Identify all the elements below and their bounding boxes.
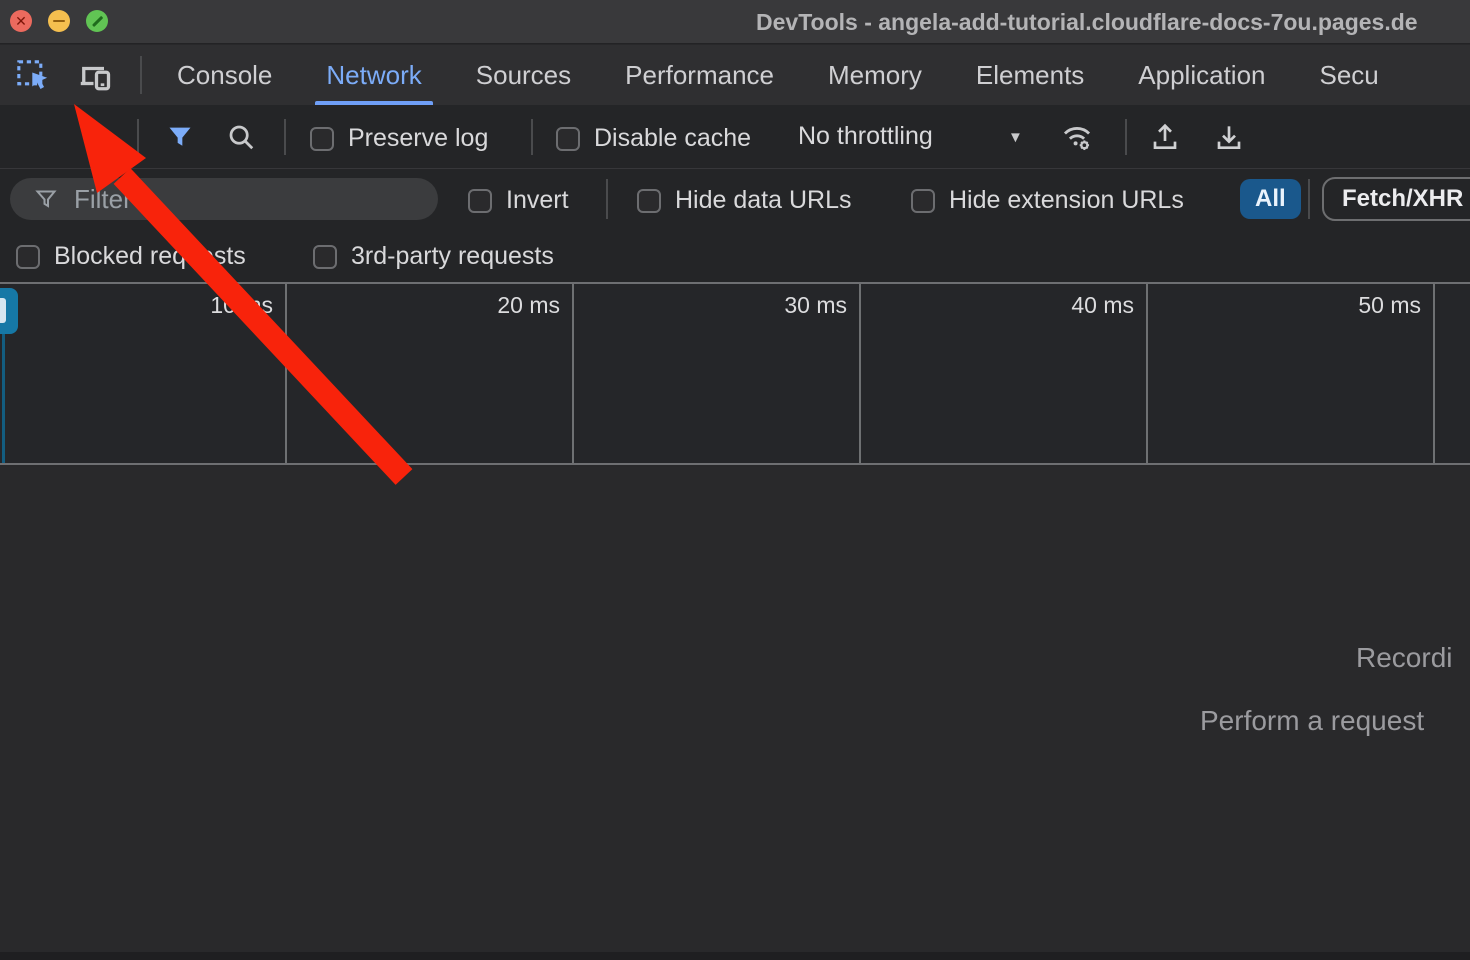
invert-label[interactable]: Invert: [506, 186, 569, 215]
tab-network[interactable]: Network: [299, 45, 448, 105]
minimize-icon: [53, 20, 65, 23]
hide-extension-urls-checkbox[interactable]: [911, 189, 935, 213]
inspect-element-button[interactable]: [14, 57, 52, 95]
wifi-gear-icon: [1060, 120, 1094, 154]
throttling-value: No throttling: [798, 122, 933, 151]
timeline-tick: 30 ms: [784, 292, 847, 319]
tab-elements[interactable]: Elements: [949, 45, 1111, 105]
tab-performance[interactable]: Performance: [598, 45, 801, 105]
inspect-cursor-icon: [16, 59, 50, 93]
close-icon: ✕: [15, 14, 27, 28]
zoom-window-button[interactable]: [86, 10, 108, 32]
divider: [1125, 119, 1127, 155]
network-conditions-button[interactable]: [1058, 118, 1096, 156]
export-har-button[interactable]: [1210, 118, 1248, 156]
gridline: [1146, 284, 1148, 463]
gridline: [572, 284, 574, 463]
hide-data-urls-label[interactable]: Hide data URLs: [675, 186, 851, 215]
device-toolbar-icon: [77, 58, 113, 94]
window-bottom-edge: [0, 952, 1470, 960]
gridline: [1433, 284, 1435, 463]
third-party-requests-checkbox[interactable]: [313, 245, 337, 269]
preserve-log-toggle[interactable]: Preserve log: [310, 124, 488, 153]
panel-tabs: Console Network Sources Performance Memo…: [150, 45, 1406, 105]
invert-toggle[interactable]: Invert: [468, 186, 569, 215]
more-filters-row: Blocked requests 3rd-party requests: [0, 228, 1470, 282]
tab-security[interactable]: Secu: [1293, 45, 1406, 105]
gridline: [859, 284, 861, 463]
divider: [137, 119, 139, 155]
hide-data-urls-toggle[interactable]: Hide data URLs: [637, 186, 851, 215]
toggle-device-toolbar-button[interactable]: [76, 57, 114, 95]
network-filter-row: Invert Hide data URLs Hide extension URL…: [0, 168, 1470, 228]
throttling-select[interactable]: No throttling: [798, 122, 933, 151]
divider: [531, 119, 533, 155]
tab-console[interactable]: Console: [150, 45, 299, 105]
funnel-outline-icon: [34, 187, 58, 211]
divider: [140, 56, 142, 94]
disable-cache-label[interactable]: Disable cache: [594, 124, 751, 153]
timeline-left-marker: [2, 334, 5, 463]
search-button[interactable]: [222, 118, 260, 156]
timeline-tick: 10 ms: [210, 292, 273, 319]
tab-sources[interactable]: Sources: [449, 45, 598, 105]
disable-cache-checkbox[interactable]: [556, 127, 580, 151]
timeline-handle: [0, 288, 18, 334]
divider: [606, 179, 608, 219]
disable-cache-toggle[interactable]: Disable cache: [556, 124, 751, 153]
network-toolbar: Preserve log Disable cache No throttling…: [0, 105, 1470, 168]
blocked-requests-label[interactable]: Blocked requests: [54, 242, 246, 271]
minimize-window-button[interactable]: [48, 10, 70, 32]
divider: [1308, 179, 1310, 219]
request-type-all-button[interactable]: All: [1240, 179, 1301, 219]
preserve-log-checkbox[interactable]: [310, 127, 334, 151]
third-party-requests-label[interactable]: 3rd-party requests: [351, 242, 554, 271]
filter-input[interactable]: [74, 184, 374, 215]
tab-application[interactable]: Application: [1111, 45, 1292, 105]
hide-extension-urls-toggle[interactable]: Hide extension URLs: [911, 186, 1184, 215]
filter-toggle-button[interactable]: [161, 118, 199, 156]
preserve-log-label[interactable]: Preserve log: [348, 124, 488, 153]
caret-down-icon[interactable]: ▼: [1008, 129, 1023, 146]
blocked-requests-toggle[interactable]: Blocked requests: [16, 242, 246, 271]
timeline-tick: 40 ms: [1071, 292, 1134, 319]
zoom-icon: [91, 15, 102, 26]
filter-field[interactable]: [10, 178, 438, 220]
hide-data-urls-checkbox[interactable]: [637, 189, 661, 213]
gridline: [285, 284, 287, 463]
hide-extension-urls-label[interactable]: Hide extension URLs: [949, 186, 1184, 215]
devtools-tabbar: Console Network Sources Performance Memo…: [0, 45, 1470, 105]
close-window-button[interactable]: ✕: [10, 10, 32, 32]
request-list-empty-area: Recordi Perform a request: [0, 467, 1470, 952]
timeline-handle-inner: [0, 298, 6, 323]
third-party-requests-toggle[interactable]: 3rd-party requests: [313, 242, 554, 271]
window-titlebar: ✕ DevTools - angela-add-tutorial.cloudfl…: [0, 0, 1470, 44]
network-overview-timeline[interactable]: 10 ms 20 ms 30 ms 40 ms 50 ms: [0, 282, 1470, 465]
search-icon: [226, 122, 256, 152]
window-title: DevTools - angela-add-tutorial.cloudflar…: [756, 9, 1418, 36]
upload-icon: [1149, 121, 1181, 153]
tab-memory[interactable]: Memory: [801, 45, 949, 105]
invert-checkbox[interactable]: [468, 189, 492, 213]
funnel-icon: [166, 123, 194, 151]
empty-state-line2: Perform a request: [1200, 705, 1424, 737]
empty-state-line1: Recordi: [1356, 642, 1452, 674]
divider: [284, 119, 286, 155]
timeline-tick: 20 ms: [497, 292, 560, 319]
import-har-button[interactable]: [1146, 118, 1184, 156]
timeline-tick: 50 ms: [1358, 292, 1421, 319]
request-type-fetch-xhr-button[interactable]: Fetch/XHR: [1322, 177, 1470, 221]
blocked-requests-checkbox[interactable]: [16, 245, 40, 269]
download-icon: [1213, 121, 1245, 153]
